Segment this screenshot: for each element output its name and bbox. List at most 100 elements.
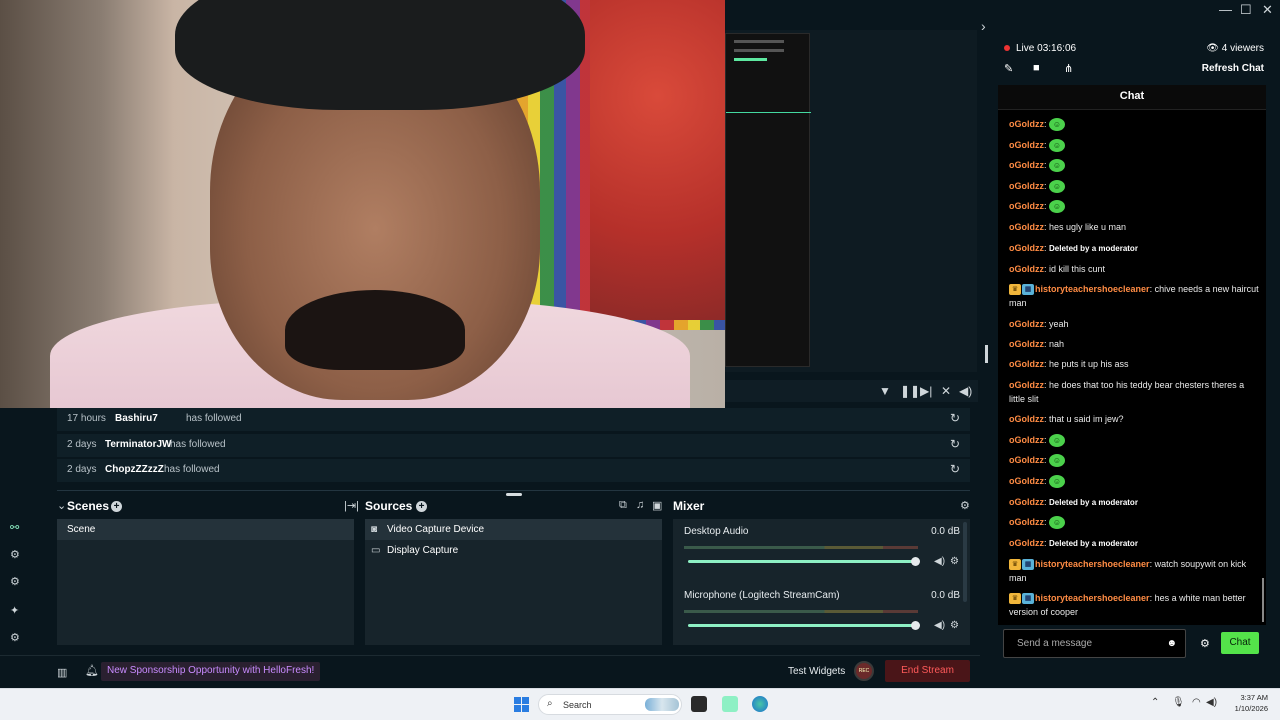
chat-settings-icon[interactable]: ⚙ [1200, 637, 1210, 650]
source-item[interactable]: ◙ Video Capture Device [365, 519, 662, 540]
streamlabs-app-icon[interactable] [722, 696, 738, 712]
end-stream-button[interactable]: End Stream [885, 660, 970, 682]
dock-resize-handle[interactable] [506, 493, 522, 496]
chat-username[interactable]: oGoldzz [1009, 455, 1044, 465]
source-item[interactable]: ▭ Display Capture [365, 540, 662, 561]
start-button[interactable] [514, 697, 530, 712]
stats-icon[interactable]: ▥ [57, 666, 67, 679]
volume-slider[interactable] [688, 557, 920, 566]
refresh-chat-button[interactable]: Refresh Chat [1202, 63, 1264, 74]
volume-slider[interactable] [688, 621, 920, 630]
wifi-icon[interactable]: ◠ [1192, 697, 1201, 708]
stream-preview[interactable] [725, 30, 977, 372]
taskbar-search[interactable]: ⌕ Search [538, 694, 682, 715]
chat-message-text: id kill this cunt [1049, 264, 1106, 274]
chevron-right-icon[interactable]: › [981, 18, 986, 34]
maximize-icon[interactable]: ☐ [1240, 2, 1252, 18]
chat-message-input[interactable]: Send a message ☻ [1003, 629, 1186, 658]
pepe-emote-icon: ☺ [1049, 454, 1066, 468]
chat-username[interactable]: oGoldzz [1009, 243, 1044, 253]
volume-icon[interactable]: ◀) [959, 384, 972, 398]
test-widgets-button[interactable]: Test Widgets [788, 666, 845, 677]
chat-username[interactable]: oGoldzz [1009, 181, 1044, 191]
sponsorship-banner[interactable]: New Sponsorship Opportunity with HelloFr… [101, 662, 321, 681]
chat-username[interactable]: oGoldzz [1009, 517, 1044, 527]
background-poster [590, 0, 725, 320]
clip-icon[interactable]: ■ [1033, 62, 1040, 74]
show-hidden-icons[interactable]: ⌃ [1151, 697, 1159, 708]
chat-username[interactable]: oGoldzz [1009, 359, 1044, 369]
chat-username[interactable]: oGoldzz [1009, 140, 1044, 150]
editor-icon[interactable]: ⚯ [10, 521, 19, 534]
chat-username[interactable]: historyteachershoecleaner [1035, 559, 1150, 569]
task-view-icon[interactable] [691, 696, 707, 712]
share-icon[interactable]: ⋔ [1064, 62, 1073, 75]
mute-alerts-icon[interactable]: ✕ [941, 384, 951, 398]
speaker-icon[interactable]: ◀) [934, 620, 945, 631]
crown-badge-icon: ♛ [1009, 284, 1021, 296]
edge-browser-icon[interactable] [752, 696, 768, 712]
add-scene-icon[interactable]: + [111, 500, 122, 512]
taskbar-clock[interactable]: 3:37 AM 1/10/2026 [1226, 692, 1268, 714]
app-store-icon[interactable]: ⚙ [10, 575, 20, 588]
chat-username[interactable]: oGoldzz [1009, 380, 1044, 390]
settings-icon[interactable]: ⚙ [10, 631, 20, 644]
audio-filter-icon[interactable]: ♫ [636, 499, 644, 511]
chat-username[interactable]: oGoldzz [1009, 339, 1044, 349]
replay-icon[interactable]: ↻ [950, 411, 960, 425]
collapse-icon[interactable]: ⌄ [57, 499, 66, 512]
subscriber-badge-icon: ▦ [1022, 284, 1034, 296]
chat-username[interactable]: oGoldzz [1009, 497, 1044, 507]
edit-stream-info-icon[interactable]: ✎ [1004, 62, 1013, 75]
speaker-icon[interactable]: ◀) [1206, 697, 1217, 708]
minimize-icon[interactable]: — [1219, 2, 1232, 17]
emoji-icon[interactable]: ☻ [1166, 638, 1177, 649]
chat-username[interactable]: oGoldzz [1009, 119, 1044, 129]
event-user[interactable]: Bashiru7 [115, 413, 158, 424]
chat-username[interactable]: oGoldzz [1009, 319, 1044, 329]
chat-username[interactable]: oGoldzz [1009, 222, 1044, 232]
chat-username[interactable]: oGoldzz [1009, 435, 1044, 445]
preview-resize-handle[interactable] [985, 345, 988, 363]
scene-transitions-icon[interactable]: |⇥| [344, 499, 359, 512]
chat-message: oGoldzz: that u said im jew? [1009, 414, 1124, 424]
group-icon[interactable]: ⧉ [619, 499, 627, 512]
close-icon[interactable]: ✕ [1262, 2, 1273, 18]
mixer-scrollbar[interactable] [963, 522, 967, 602]
webcam-preview [0, 0, 725, 408]
chat-username[interactable]: oGoldzz [1009, 201, 1044, 211]
chat-message: oGoldzz: ☺ [1009, 117, 1259, 132]
speaker-icon[interactable]: ◀) [934, 556, 945, 567]
chat-username[interactable]: oGoldzz [1009, 414, 1044, 424]
replay-icon[interactable]: ↻ [950, 437, 960, 451]
microphone-icon[interactable]: 🎙︎ [1172, 697, 1185, 708]
themes-icon[interactable]: ⚙ [10, 548, 20, 561]
channel-settings-icon[interactable]: ⚙ [950, 620, 959, 631]
chat-username[interactable]: oGoldzz [1009, 160, 1044, 170]
filter-icon[interactable]: ▼ [879, 384, 891, 398]
event-row: 17 hours Bashiru7 has followed ↻ [57, 408, 970, 431]
scene-item[interactable]: Scene [57, 519, 354, 540]
search-icon: ⌕ [547, 698, 553, 709]
chat-username[interactable]: oGoldzz [1009, 538, 1044, 548]
subscriber-badge-icon: ▦ [1022, 593, 1034, 605]
chat-username[interactable]: historyteachershoecleaner [1035, 593, 1150, 603]
highlighter-icon[interactable]: ✦ [10, 604, 19, 617]
replay-icon[interactable]: ↻ [950, 462, 960, 476]
chat-send-button[interactable]: Chat [1221, 632, 1259, 654]
chat-message: oGoldzz: Deleted by a moderator [1009, 243, 1138, 253]
mixer-settings-icon[interactable]: ⚙ [960, 499, 970, 512]
event-user[interactable]: TerminatorJW [105, 439, 172, 450]
record-button[interactable]: REC [854, 661, 874, 681]
chat-username[interactable]: historyteachershoecleaner [1035, 284, 1150, 294]
chat-username[interactable]: oGoldzz [1009, 476, 1044, 486]
channel-settings-icon[interactable]: ⚙ [950, 556, 959, 567]
notification-icon[interactable]: 🔔︎ [85, 664, 99, 677]
add-source-icon[interactable]: + [416, 500, 427, 512]
skip-icon[interactable]: ▶| [920, 384, 932, 398]
chat-username[interactable]: oGoldzz [1009, 264, 1044, 274]
event-user[interactable]: ChopzZZzzZ [105, 464, 164, 475]
pause-icon[interactable]: ❚❚ [900, 384, 920, 398]
folder-icon[interactable]: ▣ [652, 499, 662, 512]
chat-scrollbar[interactable] [1262, 578, 1264, 622]
